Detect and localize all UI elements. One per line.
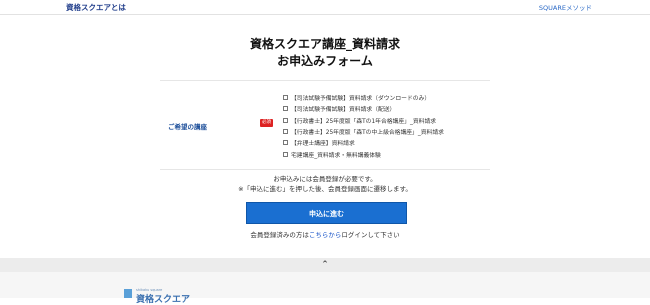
course-option-label: 【行政書士】25年度版「森Tの中上級合格講座」_資料請求 (291, 130, 444, 137)
footer-logo[interactable]: 資格スクエア (136, 292, 190, 305)
course-options: 【司法試験予備試験】資料請求（ダウンロードのみ） 【司法試験予備試験】資料請求（… (283, 92, 444, 160)
page-title: 資格スクエア講座_資料請求 お申込みフォーム (0, 36, 650, 70)
course-option[interactable]: 【行政書士】25年度版「森Tの中上級合格講座」_資料請求 (283, 126, 444, 137)
checkbox[interactable] (283, 140, 288, 146)
checkbox[interactable] (283, 106, 288, 112)
footer: shikaku square 資格スクエア (0, 272, 650, 305)
login-prompt-suffix: ログインして下さい (341, 231, 400, 239)
course-option[interactable]: 【司法試験予備試験】資料請求（配送） (283, 103, 444, 114)
required-badge: 必須 (260, 119, 273, 127)
course-option-label: 【司法試験予備試験】資料請求（配送） (291, 107, 396, 114)
checkbox[interactable] (283, 151, 288, 157)
registration-note: お申込みには会員登録が必要です。 (273, 175, 377, 183)
login-prompt: 会員登録済みの方はこちらからログインして下さい (0, 229, 650, 239)
page-title-line2: お申込みフォーム (277, 54, 373, 68)
course-option[interactable]: 【弁理士講座】資料請求 (283, 137, 444, 148)
square-method-link[interactable]: SQUAREメソッド (539, 2, 592, 12)
course-selection-row: ご希望の講座 必須 【司法試験予備試験】資料請求（ダウンロードのみ） 【司法試験… (160, 80, 490, 161)
page-top-bar[interactable]: ⌃ (0, 258, 650, 272)
login-link[interactable]: こちらから (309, 231, 342, 239)
chevron-up-icon[interactable]: ⌃ (319, 259, 331, 271)
form-divider (160, 169, 490, 170)
course-option-label: 【司法試験予備試験】資料請求（ダウンロードのみ） (291, 96, 431, 103)
checkbox[interactable] (283, 117, 288, 123)
course-option[interactable]: 【司法試験予備試験】資料請求（ダウンロードのみ） (283, 92, 444, 103)
course-option-label: 【行政書士】25年度版「森Tの1年合格講座」_資料請求 (291, 118, 437, 125)
course-field-label: ご希望の講座 (168, 123, 207, 131)
checkbox[interactable] (283, 129, 288, 135)
course-option[interactable]: 宅建講座_資料請求・無料講義体験 (283, 148, 444, 159)
checkbox[interactable] (283, 95, 288, 101)
top-header: 資格スクエアとは SQUAREメソッド (0, 0, 650, 15)
course-option[interactable]: 【行政書士】25年度版「森Tの1年合格講座」_資料請求 (283, 115, 444, 126)
page-title-line1: 資格スクエア講座_資料請求 (249, 37, 400, 51)
registration-note-detail: ※「申込に進む」を押した後、会員登録画面に遷移します。 (238, 185, 412, 193)
about-link[interactable]: 資格スクエアとは (66, 2, 126, 13)
submit-button[interactable]: 申込に進む (246, 202, 407, 224)
course-option-label: 宅建講座_資料請求・無料講義体験 (291, 152, 381, 159)
logo-mark-icon (124, 289, 132, 298)
login-prompt-prefix: 会員登録済みの方は (250, 231, 309, 239)
course-option-label: 【弁理士講座】資料請求 (291, 141, 355, 148)
